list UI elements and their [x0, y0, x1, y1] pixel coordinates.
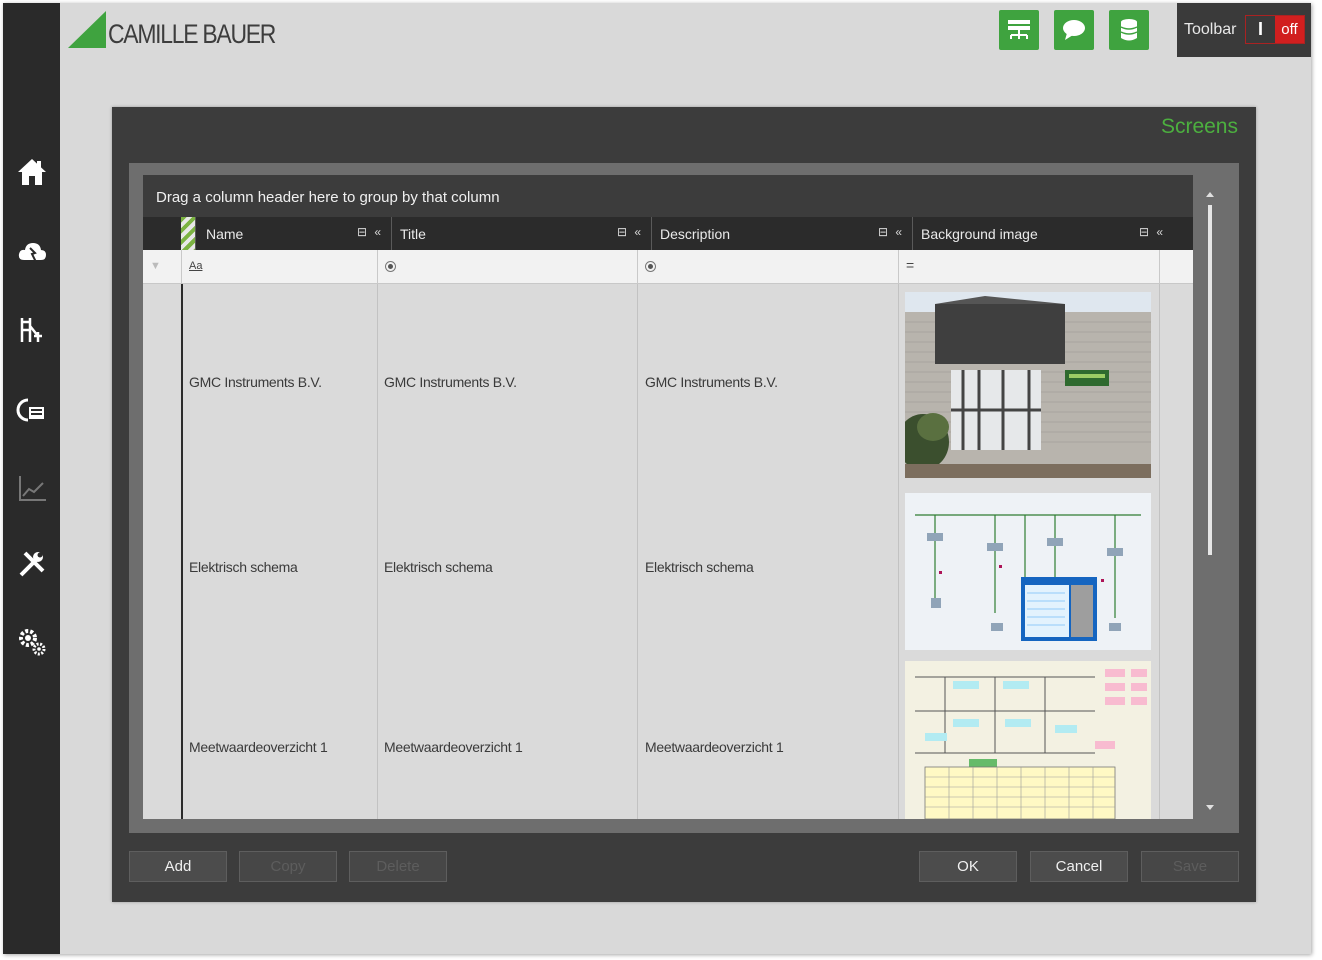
cell-title: Meetwaardeoverzicht 1 [384, 739, 523, 755]
pin-collapse-icon[interactable]: ⊟ « [617, 225, 643, 239]
filter-name[interactable]: Aa [181, 250, 377, 284]
cell-description: Elektrisch schema [645, 559, 754, 575]
pin-collapse-icon[interactable]: ⊟ « [357, 225, 383, 239]
column-divider [637, 284, 638, 819]
switch-off[interactable]: off [1275, 16, 1304, 43]
database-button[interactable] [1109, 10, 1149, 50]
cloud-icon[interactable] [13, 233, 51, 271]
filter-operator-background[interactable]: = [906, 257, 914, 273]
column-header-description[interactable]: Description ⊟ « [651, 217, 912, 250]
column-divider [377, 284, 378, 819]
copy-button[interactable]: Copy [239, 851, 337, 882]
background-thumbnail-electrical-schema[interactable] [905, 493, 1151, 650]
cell-name: GMC Instruments B.V. [189, 374, 322, 390]
toolbar-switch[interactable]: I off [1245, 15, 1305, 44]
chat-button[interactable] [1054, 10, 1094, 50]
filter-radio-icon[interactable] [385, 261, 396, 272]
column-divider [898, 284, 899, 819]
dialog-title: Screens [1160, 115, 1238, 138]
settings-icon[interactable] [13, 623, 51, 661]
filter-row: ▼ Aa = [143, 250, 1193, 284]
filter-operator-name[interactable]: Aa [189, 260, 202, 272]
topology-icon[interactable] [13, 311, 51, 349]
column-header-background-image[interactable]: Background image ⊟ « [912, 217, 1173, 250]
column-header-name[interactable]: Name ⊟ « [195, 217, 391, 250]
delete-button[interactable]: Delete [349, 851, 447, 882]
cell-name: Meetwaardeoverzicht 1 [189, 739, 328, 755]
column-header-background-image-label: Background image [921, 226, 1038, 242]
filter-description[interactable] [637, 250, 898, 284]
cell-name: Elektrisch schema [189, 559, 298, 575]
app-window: CAMILLE BAUER Toolbar I off Screens Drag… [3, 3, 1311, 954]
filter-icon[interactable]: ▼ [143, 250, 181, 284]
scroll-thumb [1208, 205, 1212, 555]
filter-spacer [1159, 250, 1193, 284]
column-header-title-label: Title [400, 226, 426, 242]
content-area: Screens Drag a column header here to gro… [60, 57, 1311, 954]
scroll-down-icon [1206, 805, 1214, 810]
switch-on[interactable]: I [1246, 16, 1275, 43]
device-icon[interactable] [13, 391, 51, 429]
home-icon[interactable] [13, 153, 51, 191]
row-indicator-divider [181, 284, 183, 819]
filter-title[interactable] [377, 250, 637, 284]
filter-radio-icon[interactable] [645, 261, 656, 272]
logo-triangle-icon [68, 11, 106, 48]
column-header-description-label: Description [660, 226, 731, 242]
save-button[interactable]: Save [1141, 851, 1239, 882]
grid-container: Drag a column header here to group by th… [129, 163, 1239, 833]
database-icon [1120, 19, 1138, 41]
vertical-scrollbar[interactable] [1203, 189, 1217, 819]
network-button[interactable] [999, 10, 1039, 50]
cell-title: Elektrisch schema [384, 559, 493, 575]
cell-description: GMC Instruments B.V. [645, 374, 778, 390]
cell-description: Meetwaardeoverzicht 1 [645, 739, 784, 755]
network-icon [1008, 20, 1030, 39]
brand-logo: CAMILLE BAUER [68, 11, 305, 48]
chart-icon[interactable] [13, 469, 51, 507]
tools-icon[interactable] [13, 545, 51, 583]
chat-icon [1063, 20, 1085, 40]
ok-button[interactable]: OK [919, 851, 1017, 882]
pin-collapse-icon[interactable]: ⊟ « [878, 225, 904, 239]
cancel-button[interactable]: Cancel [1030, 851, 1128, 882]
scroll-up-icon [1206, 192, 1214, 197]
column-header-title[interactable]: Title ⊟ « [391, 217, 651, 250]
screens-dialog: Screens Drag a column header here to gro… [112, 107, 1256, 902]
add-button[interactable]: Add [129, 851, 227, 882]
column-header-name-label: Name [206, 226, 244, 242]
brand-name: CAMILLE BAUER [108, 19, 276, 49]
row-indicator-header [181, 217, 195, 250]
filter-background[interactable]: = [898, 250, 1159, 284]
column-divider [1159, 284, 1160, 819]
grid-header: Name ⊟ « Title ⊟ « Description ⊟ « Backg… [143, 217, 1193, 250]
screens-grid: Drag a column header here to group by th… [143, 175, 1193, 819]
background-thumbnail-measurement-overview[interactable] [905, 661, 1151, 819]
background-thumbnail-building[interactable] [905, 292, 1151, 478]
top-bar: CAMILLE BAUER Toolbar I off [60, 3, 1311, 57]
cell-title: GMC Instruments B.V. [384, 374, 517, 390]
sidebar [3, 3, 60, 954]
toolbar-label: Toolbar [1184, 21, 1237, 38]
group-by-panel[interactable]: Drag a column header here to group by th… [143, 175, 1193, 217]
toolbar-toggle[interactable]: Toolbar I off [1177, 3, 1311, 57]
pin-collapse-icon[interactable]: ⊟ « [1139, 225, 1165, 239]
